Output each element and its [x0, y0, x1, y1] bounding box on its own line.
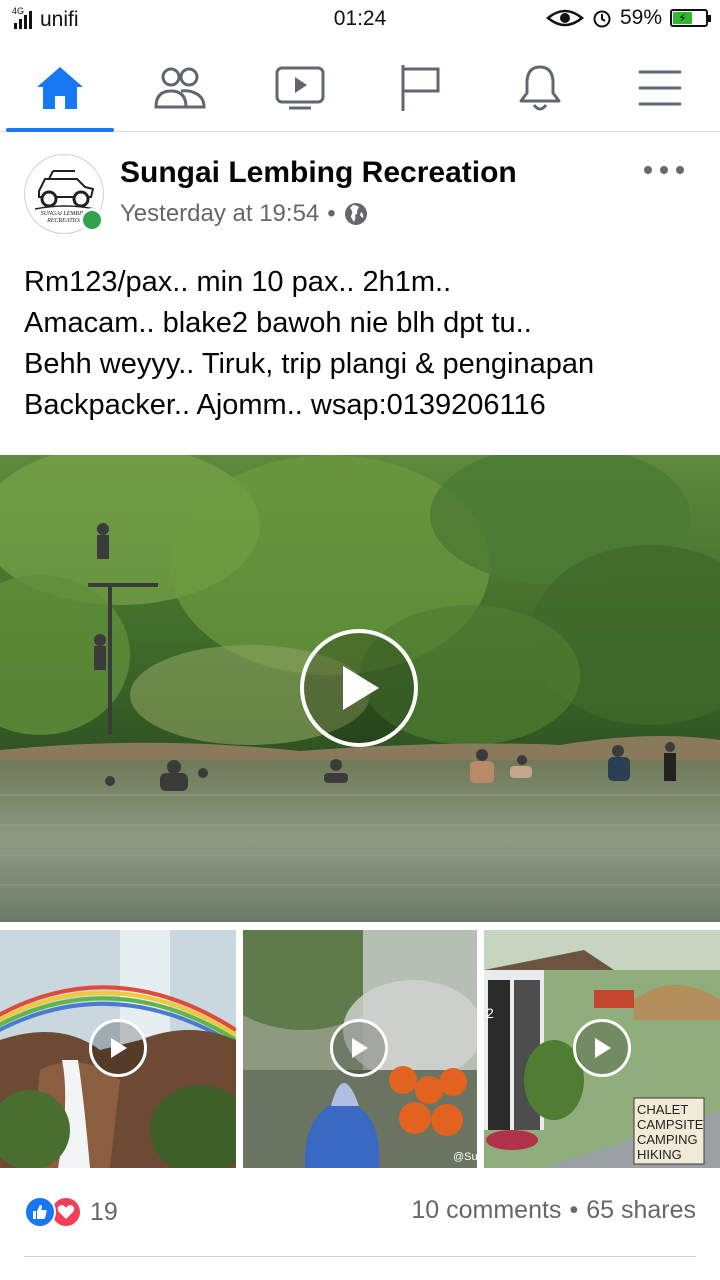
battery-fill: ⚡ [673, 12, 692, 24]
post-text-line: Behh weyyy.. Tiruk, trip plangi & pengin… [24, 348, 595, 380]
online-status-dot [80, 208, 104, 232]
video-thumbnail-waterfall[interactable] [0, 930, 236, 1168]
eye-comfort-icon [546, 9, 584, 27]
watch-icon [275, 66, 325, 110]
main-video[interactable] [0, 455, 720, 922]
main-play-button[interactable] [300, 629, 418, 747]
post-text-line: Amacam.. blake2 bawoh nie blh dpt tu.. [24, 307, 532, 339]
reactions-bar: 19 10 comments • 65 shares [24, 1194, 696, 1230]
post-header: SUNGAI LEMBING RECREATION Sungai Lembing… [24, 154, 696, 238]
menu-icon [639, 70, 681, 106]
sign-line: CAMPING [637, 1132, 698, 1147]
tab-menu[interactable] [600, 44, 720, 132]
engagement-separator: • [569, 1196, 579, 1224]
video-thumbnail-group[interactable]: @Sun [243, 930, 477, 1168]
room-number: 2 [486, 1005, 494, 1021]
post-timestamp[interactable]: Yesterday at 19:54 [120, 200, 319, 228]
battery-icon: ⚡ [670, 9, 711, 27]
more-options-button[interactable] [644, 160, 684, 180]
video-thumbnail-chalet[interactable]: CHALET CAMPSITE CAMPING HIKING 2 [484, 930, 720, 1168]
play-icon [111, 1038, 127, 1058]
action-divider [24, 1256, 696, 1257]
tab-pages[interactable] [360, 44, 480, 132]
reaction-icons[interactable] [24, 1196, 82, 1228]
post-text-line: Rm123/pax.. min 10 pax.. 2h1m.. [24, 266, 452, 298]
pages-flag-icon [401, 65, 440, 111]
sign-line: HIKING [637, 1147, 682, 1162]
friends-icon [154, 67, 206, 109]
meta-separator: • [327, 200, 336, 227]
more-dot [644, 166, 652, 174]
thumbnail-watermark: @Sun [453, 1151, 477, 1163]
comments-count[interactable]: 10 comments [411, 1196, 561, 1225]
post-meta: Yesterday at 19:54 • [120, 200, 368, 228]
sign-line: CAMPSITE [637, 1117, 704, 1132]
home-icon [37, 67, 83, 109]
battery-percent: 59% [619, 6, 662, 29]
more-dot [660, 166, 668, 174]
tab-friends[interactable] [120, 44, 240, 132]
globe-icon [344, 203, 367, 225]
thumbnail-play-button[interactable] [330, 1019, 388, 1077]
engagement-summary: 10 comments • 65 shares [411, 1196, 696, 1225]
svg-text:RECREATION: RECREATION [46, 218, 84, 224]
tab-watch[interactable] [240, 44, 360, 132]
tab-home[interactable] [0, 44, 120, 132]
alarm-icon [593, 10, 611, 28]
page-name[interactable]: Sungai Lembing Recreation [120, 156, 517, 190]
play-icon [343, 666, 379, 710]
notifications-bell-icon [519, 65, 561, 111]
play-icon [352, 1038, 368, 1058]
top-navigation [0, 44, 720, 132]
thumbnail-play-button[interactable] [573, 1019, 631, 1077]
like-icon [24, 1196, 56, 1228]
post-body: Rm123/pax.. min 10 pax.. 2h1m.. Amacam..… [24, 262, 704, 426]
more-dot [676, 166, 684, 174]
post-text-line: Backpacker.. Ajomm.. wsap:0139206116 [24, 389, 546, 421]
tab-notifications[interactable] [480, 44, 600, 132]
sign-line: CHALET [637, 1102, 688, 1117]
status-right: 59% ⚡ [546, 6, 711, 30]
play-icon [595, 1038, 611, 1058]
reaction-count[interactable]: 19 [90, 1198, 118, 1227]
shares-count[interactable]: 65 shares [586, 1196, 696, 1225]
thumbnail-play-button[interactable] [89, 1019, 147, 1077]
status-bar: 4G unifi 01:24 59% ⚡ [0, 0, 720, 38]
